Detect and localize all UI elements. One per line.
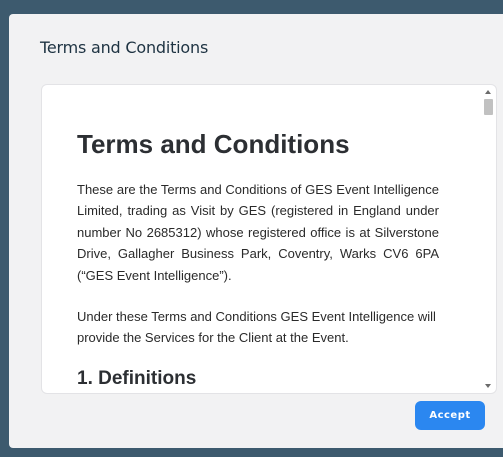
document-paragraph: Under these Terms and Conditions GES Eve… xyxy=(77,309,436,346)
document-heading: Terms and Conditions xyxy=(77,129,350,159)
modal-title: Terms and Conditions xyxy=(40,38,209,57)
vertical-scrollbar[interactable] xyxy=(484,89,494,389)
document-paragraph: These are the Terms and Conditions of GE… xyxy=(77,182,439,283)
scroll-up-arrow-icon[interactable] xyxy=(485,90,491,94)
terms-scroll-area[interactable]: Terms and Conditions These are the Terms… xyxy=(41,84,497,394)
terms-document: Terms and Conditions These are the Terms… xyxy=(77,85,439,393)
scroll-down-arrow-icon[interactable] xyxy=(485,384,491,388)
accept-button[interactable]: Accept xyxy=(415,401,485,430)
section-heading: 1. Definitions xyxy=(77,368,197,389)
scrollbar-thumb[interactable] xyxy=(484,99,493,115)
terms-modal: Terms and Conditions Terms and Condition… xyxy=(9,14,503,448)
